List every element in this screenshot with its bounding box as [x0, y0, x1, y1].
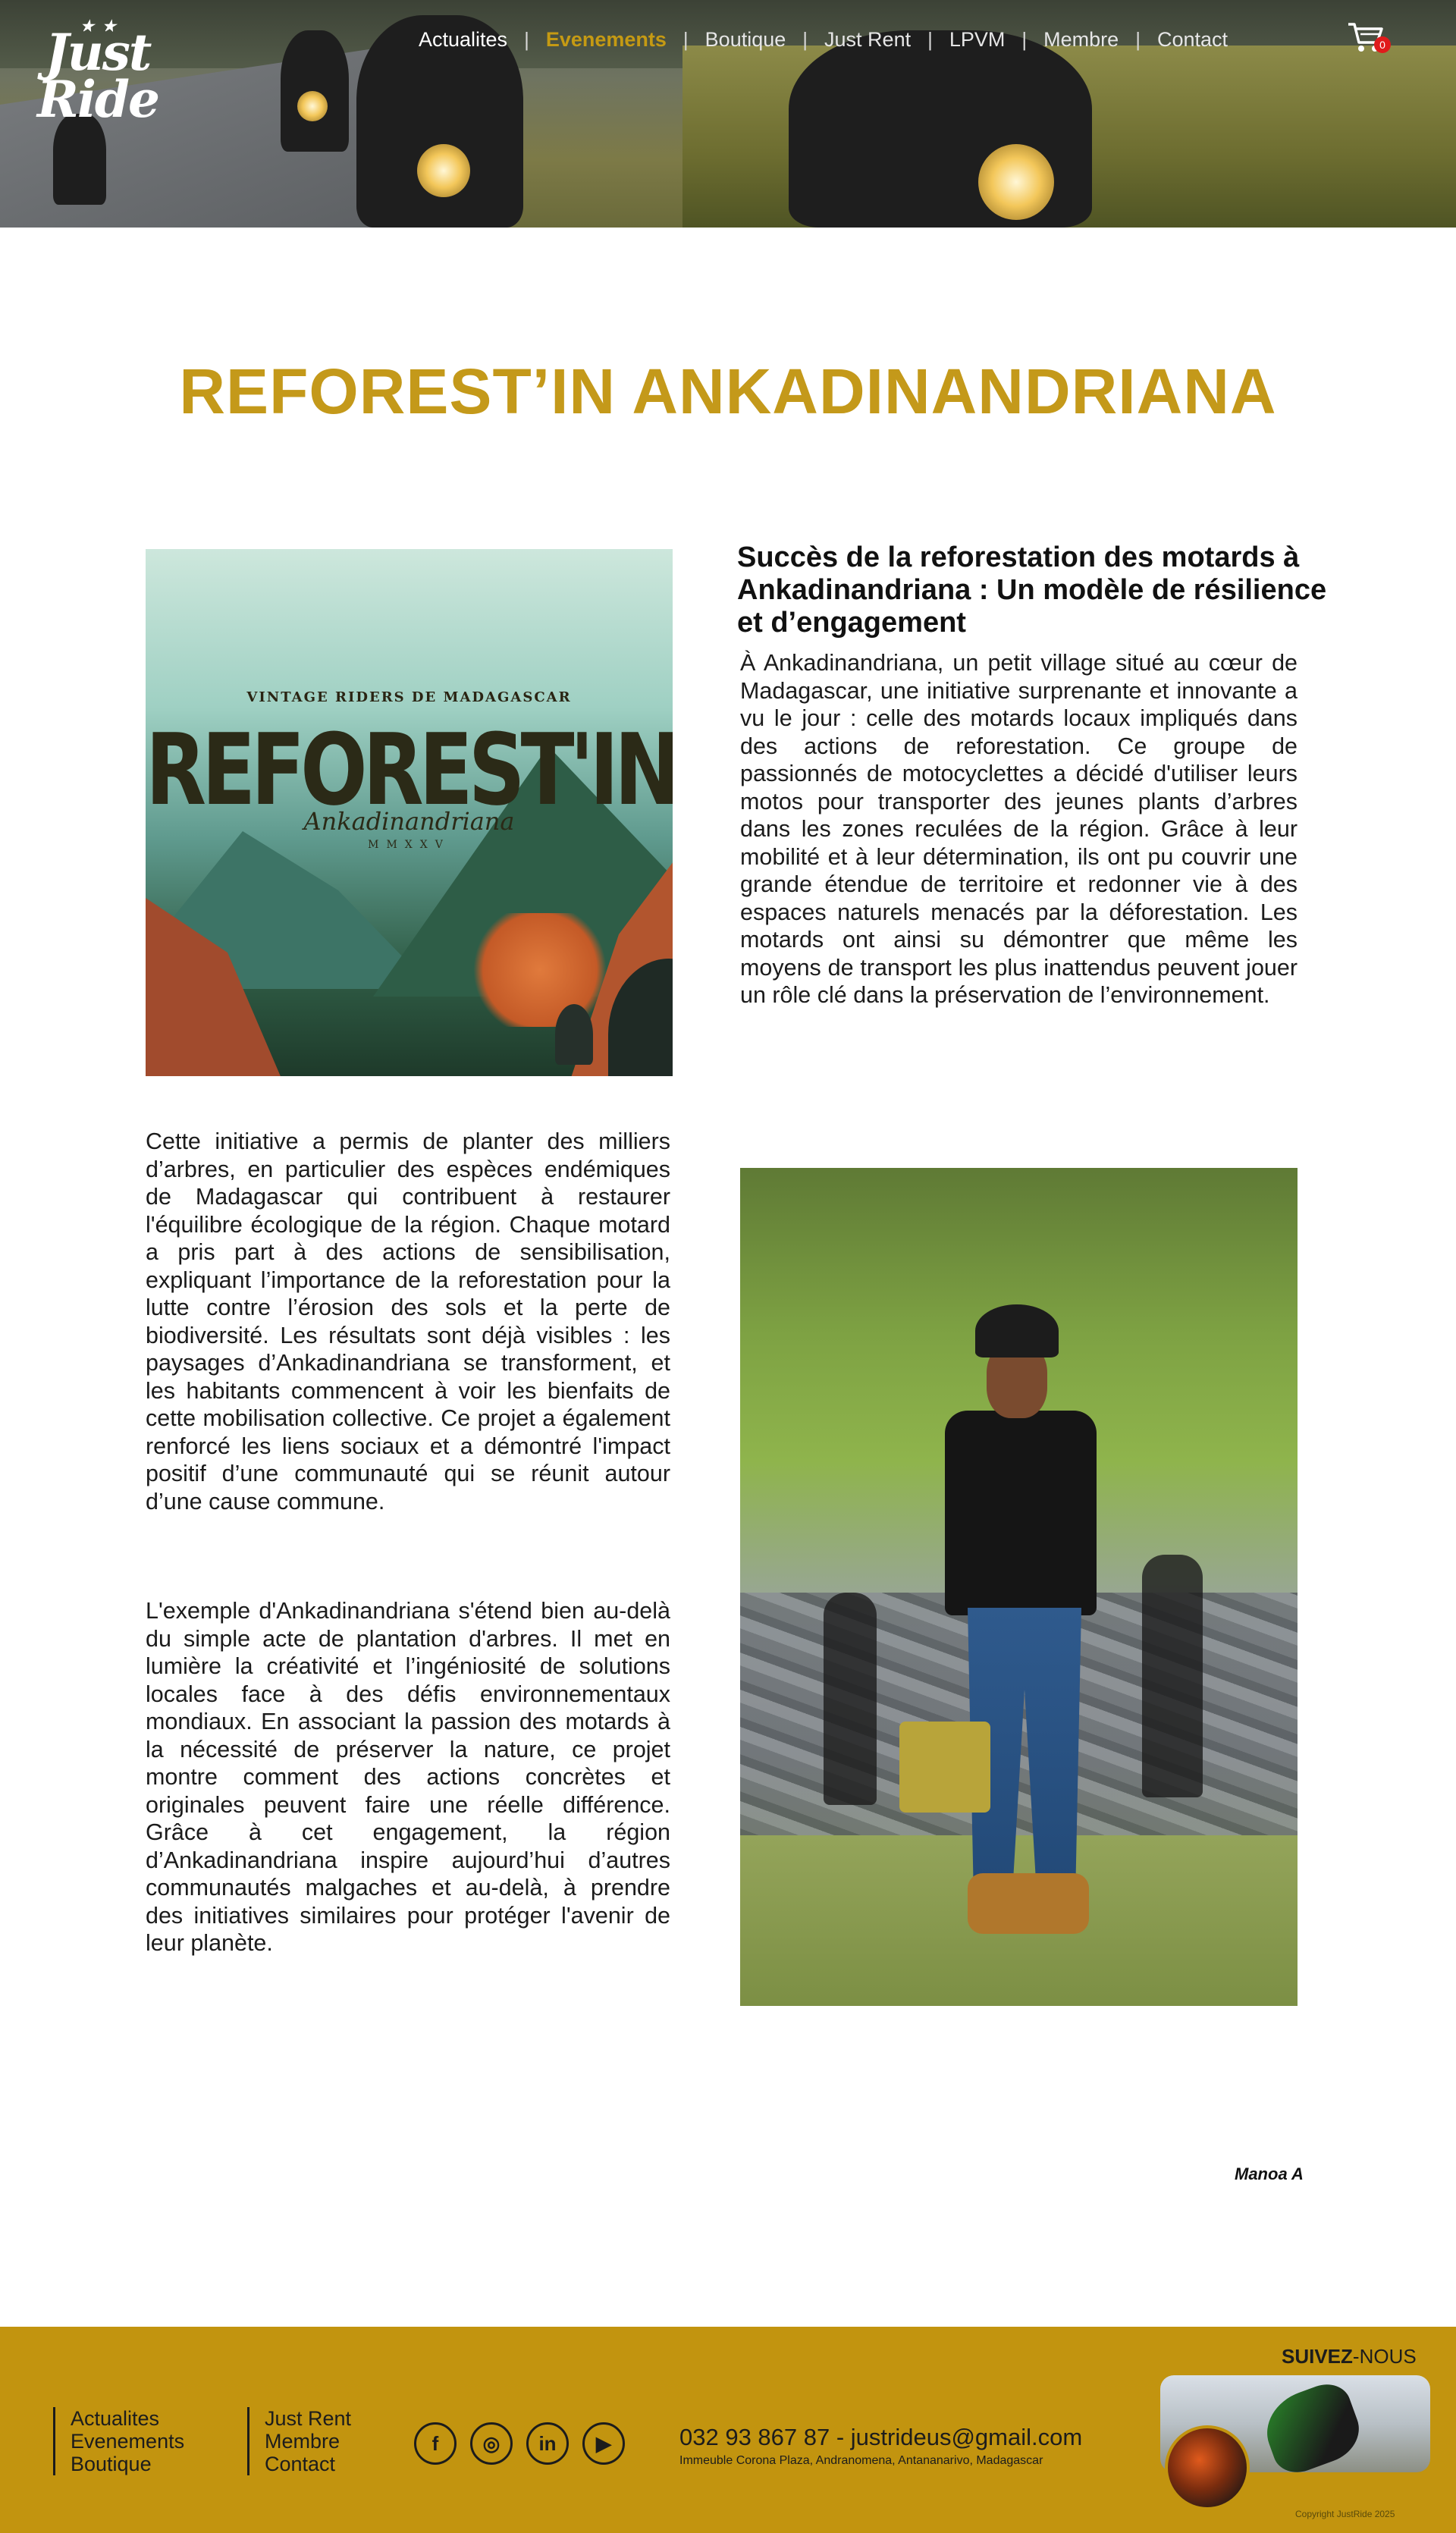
follow-us-avatar[interactable] [1165, 2425, 1250, 2510]
poster-autumn-trees [464, 913, 616, 1027]
cart-count-badge: 0 [1374, 36, 1391, 53]
footer-link-actualites[interactable]: Actualites [71, 2407, 184, 2430]
nav-contact[interactable]: Contact [1141, 28, 1244, 52]
poster-rider [555, 1004, 593, 1065]
reforestin-poster-image: VINTAGE RIDERS DE MADAGASCAR REFOREST'IN… [146, 549, 673, 1076]
nav-lpvm[interactable]: LPVM [933, 28, 1022, 52]
nav-separator: | [927, 27, 933, 51]
nav-separator: | [1021, 27, 1028, 51]
linkedin-icon[interactable]: in [526, 2422, 569, 2465]
footer-address: Immeuble Corona Plaza, Andranomena, Anta… [679, 2454, 1043, 2467]
footer-link-just-rent[interactable]: Just Rent [265, 2407, 351, 2430]
follow-us-rest: -NOUS [1352, 2345, 1417, 2368]
nav-evenements[interactable]: Evenements [529, 28, 683, 52]
hero-rider-2 [281, 30, 349, 152]
nav-actualites[interactable]: Actualites [402, 28, 524, 52]
nav-membre[interactable]: Membre [1027, 28, 1135, 52]
article-paragraph-1: À Ankadinandriana, un petit village situ… [740, 650, 1298, 1008]
footer-link-boutique[interactable]: Boutique [71, 2453, 184, 2475]
hero-rider-4 [789, 30, 1092, 228]
nav-just-rent[interactable]: Just Rent [808, 28, 927, 52]
article-paragraph-3: L'exemple d'Ankadinandriana s'étend bien… [146, 1598, 670, 1956]
page-title: REFOREST’IN ANKADINANDRIANA [179, 356, 1277, 427]
main-nav: Actualites | Evenements | Boutique | Jus… [402, 27, 1244, 52]
article-author: Manoa A [1235, 2164, 1304, 2183]
footer-link-contact[interactable]: Contact [265, 2453, 351, 2475]
nav-boutique[interactable]: Boutique [689, 28, 803, 52]
footer-link-evenements[interactable]: Evenements [71, 2430, 184, 2453]
instagram-icon[interactable]: ◎ [470, 2422, 513, 2465]
follow-us-label: SUIVEZ-NOUS [1282, 2345, 1417, 2368]
footer-phone-email[interactable]: 032 93 867 87 - justrideus@gmail.com [679, 2424, 1082, 2451]
photo-background-person [1142, 1555, 1203, 1797]
footer-contact: 032 93 867 87 - justrideus@gmail.com Imm… [679, 2424, 1082, 2468]
footer-links-col-1: Actualites Evenements Boutique [53, 2407, 184, 2475]
site-logo[interactable]: ★ ★ Just Ride [33, 18, 162, 137]
volunteer-planting-photo [740, 1168, 1298, 2006]
facebook-icon[interactable]: f [414, 2422, 457, 2465]
footer-link-membre[interactable]: Membre [265, 2430, 351, 2453]
article-subheading: Succès de la reforestation des motards à… [737, 541, 1327, 639]
cart-button[interactable]: 0 [1347, 20, 1391, 56]
poster-brand: VINTAGE RIDERS DE MADAGASCAR [246, 689, 572, 705]
photo-background-person [824, 1593, 877, 1805]
nav-separator: | [1135, 27, 1141, 51]
hero-banner: ★ ★ Just Ride Actualites | Evenements | … [0, 0, 1456, 228]
footer-links-col-2: Just Rent Membre Contact [247, 2407, 351, 2475]
nav-separator: | [524, 27, 529, 51]
follow-us-bold: SUIVEZ [1282, 2345, 1353, 2368]
nav-separator: | [802, 27, 808, 51]
social-links: f ◎ in ▶ [414, 2422, 625, 2465]
poster-subtitle: Ankadinandriana [303, 807, 515, 836]
site-footer: Actualites Evenements Boutique Just Rent… [0, 2327, 1456, 2533]
logo-stars-icon: ★ ★ [80, 17, 118, 35]
photo-main-person [899, 1297, 1119, 1949]
copyright-text: Copyright JustRide 2025 [1295, 2509, 1395, 2519]
nav-separator: | [682, 27, 689, 51]
youtube-icon[interactable]: ▶ [582, 2422, 625, 2465]
cover-motorbike [1256, 2377, 1368, 2472]
poster-year: MMXXV [368, 839, 450, 851]
article-paragraph-2: Cette initiative a permis de planter des… [146, 1128, 670, 1514]
